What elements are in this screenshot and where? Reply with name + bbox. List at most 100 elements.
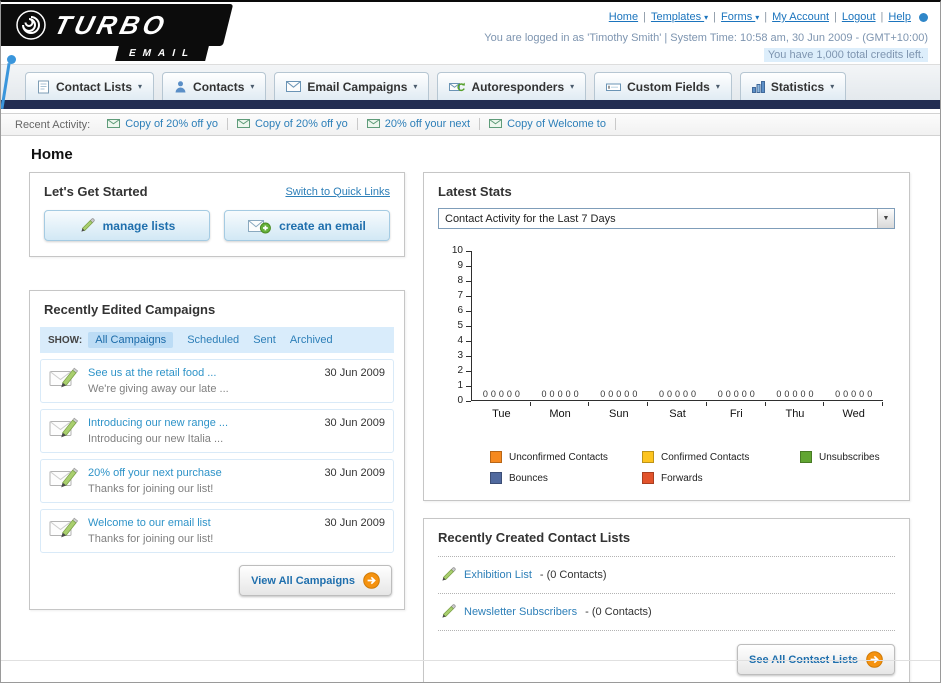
envelope-icon	[236, 119, 250, 129]
nav-tab-contact-lists[interactable]: Contact Lists ▾	[25, 72, 155, 100]
manage-lists-button[interactable]: manage lists	[44, 210, 210, 241]
value-label: 0	[557, 389, 563, 399]
link-separator: |	[880, 11, 884, 23]
value-label: 0	[490, 389, 496, 399]
campaign-date: 30 Jun 2009	[324, 467, 385, 479]
chevron-down-icon: ▾	[138, 82, 143, 91]
right-column: Latest Stats Contact Activity for the La…	[423, 172, 910, 682]
nav-tab-statistics[interactable]: Statistics ▾	[739, 72, 847, 100]
stats-period-value: Contact Activity for the Last 7 Days	[445, 212, 616, 225]
legend-item-unconfirmed-contacts: Unconfirmed Contacts	[490, 451, 642, 463]
link-separator: |	[643, 11, 646, 23]
top-link-help[interactable]: Help	[888, 11, 911, 23]
legend-label: Unconfirmed Contacts	[509, 451, 608, 463]
value-label: 0	[691, 389, 697, 399]
x-axis-label: Sun	[609, 408, 629, 420]
nav-tab-label: Contacts	[193, 79, 245, 94]
contact-activity-chart: 10 9 8 7 6 5 4 3 2 1 0 000000000000000000000000000…	[436, 245, 897, 441]
latest-stats-title: Latest Stats	[438, 184, 512, 199]
x-axis-ticks	[472, 402, 884, 406]
top-right-area: Home | Templates ▾ | Forms ▾ | My Account | Logo…	[484, 9, 928, 64]
envelope-icon	[107, 119, 121, 129]
top-link-templates[interactable]: Templates ▾	[651, 11, 708, 23]
campaign-filter-archived[interactable]: Archived	[290, 334, 333, 346]
create-an-email-button[interactable]: create an email	[224, 210, 390, 241]
recent-activity-item[interactable]: Copy of Welcome to	[480, 117, 616, 130]
y-axis-label: 9	[457, 260, 463, 271]
envelope-icon	[489, 119, 503, 129]
contacts-icon	[174, 80, 187, 93]
legend-item-unsubscribes: Unsubscribes	[800, 451, 895, 463]
bar-group-mon: 00000	[531, 390, 590, 401]
value-label: 0	[835, 389, 841, 399]
contact-list-link[interactable]: Newsletter Subscribers	[464, 606, 577, 618]
turbo-email-dashboard: TURBO EMAIL Home | Templates ▾ | Forms ▾ | My …	[0, 0, 941, 683]
nav-tab-email-campaigns[interactable]: Email Campaigns ▾	[274, 72, 430, 100]
switch-to-quick-links-link[interactable]: Switch to Quick Links	[285, 186, 390, 198]
create-an-email-label: create an email	[279, 218, 366, 233]
top-link-my-account[interactable]: My Account	[772, 11, 829, 23]
nav-tab-custom-fields[interactable]: Custom Fields ▾	[594, 72, 732, 100]
nav-tab-autoresponders[interactable]: Autoresponders ▾	[437, 72, 587, 100]
recent-activity-item[interactable]: Copy of 20% off yo	[98, 117, 228, 130]
legend-item-bounces: Bounces	[490, 472, 642, 484]
page-title: Home	[31, 146, 73, 163]
footer-divider	[1, 660, 940, 661]
value-label: 0	[784, 389, 790, 399]
value-label: 0	[851, 389, 857, 399]
bar-group-sat: 00000	[648, 390, 707, 401]
left-column: Let's Get Started Switch to Quick Links …	[29, 172, 405, 610]
chevron-down-icon: ▾	[715, 82, 720, 91]
swirl-logo-icon	[16, 10, 46, 40]
y-axis-label: 3	[457, 350, 463, 361]
chevron-down-icon: ▾	[704, 13, 709, 22]
contact-list-link[interactable]: Exhibition List	[464, 569, 532, 581]
y-axis-labels: 10 9 8 7 6 5 4 3 2 1 0	[436, 245, 466, 415]
x-axis-tick	[766, 402, 825, 406]
campaign-title-link[interactable]: 20% off your next purchase	[88, 467, 315, 479]
envelope-pencil-icon	[49, 367, 79, 390]
campaign-row: Introducing our new range ... Introducing…	[40, 409, 394, 453]
custom-fields-icon	[606, 81, 622, 93]
recent-activity-label: Recent Activity:	[15, 118, 91, 131]
top-link-home[interactable]: Home	[609, 11, 638, 23]
chevron-down-icon: ▾	[413, 82, 418, 91]
campaign-filter-scheduled[interactable]: Scheduled	[187, 334, 239, 346]
top-link-logout[interactable]: Logout	[842, 11, 876, 23]
chevron-down-icon: ▾	[570, 82, 575, 91]
chart-legend: Unconfirmed Contacts Confirmed Contacts Un…	[490, 451, 895, 484]
y-axis-label: 7	[457, 290, 463, 301]
campaign-filter-all-campaigns[interactable]: All Campaigns	[88, 332, 174, 348]
top-links: Home | Templates ▾ | Forms ▾ | My Account | Logo…	[484, 9, 928, 26]
campaign-title-link[interactable]: See us at the retail food ...	[88, 367, 315, 379]
campaign-title-link[interactable]: Welcome to our email list	[88, 517, 315, 529]
logo-plate: TURBO	[1, 4, 234, 46]
legend-label: Bounces	[509, 472, 548, 484]
pencil-icon	[79, 217, 95, 234]
view-all-campaigns-button[interactable]: View All Campaigns	[239, 565, 392, 596]
nav-tab-label: Autoresponders	[471, 79, 565, 94]
envelope-plus-icon	[248, 218, 272, 234]
recent-activity-item[interactable]: 20% off your next	[358, 117, 481, 130]
pencil-icon	[440, 567, 456, 583]
bar-group-fri: 00000	[707, 390, 766, 401]
contact-list-items: Exhibition List - (0 Contacts) Newsletter …	[438, 556, 895, 631]
recent-activity-item[interactable]: Copy of 20% off yo	[228, 117, 358, 130]
x-axis-label: Mon	[549, 408, 571, 420]
campaign-filter-sent[interactable]: Sent	[253, 334, 276, 346]
value-label: 0	[666, 389, 672, 399]
nav-tab-contacts[interactable]: Contacts ▾	[162, 72, 267, 100]
show-label: SHOW:	[48, 334, 83, 346]
chart-value-labels: 00000000000000000000000000000000000	[472, 251, 883, 401]
autoresponders-icon	[449, 81, 466, 93]
value-label: 0	[541, 389, 547, 399]
credits-note: You have 1,000 total credits left.	[763, 48, 928, 62]
y-axis-label: 0	[457, 395, 463, 406]
campaigns-title: Recently Edited Campaigns	[44, 302, 216, 317]
stats-period-select[interactable]: Contact Activity for the Last 7 Days ▼	[438, 208, 895, 229]
recent-activity-item-label: Copy of 20% off yo	[254, 117, 348, 130]
top-link-forms[interactable]: Forms ▾	[721, 11, 759, 23]
campaign-title-link[interactable]: Introducing our new range ...	[88, 417, 315, 429]
value-label: 0	[675, 389, 681, 399]
bar-group-tue: 00000	[472, 390, 531, 401]
